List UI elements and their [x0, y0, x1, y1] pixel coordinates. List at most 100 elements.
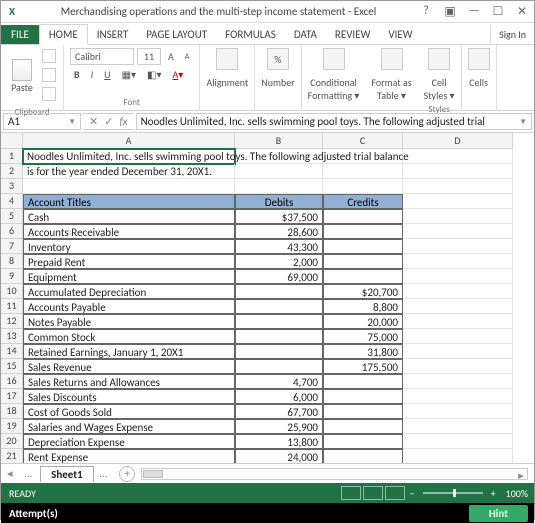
format-painter-icon[interactable]: [42, 87, 56, 101]
add-sheet-button[interactable]: +: [119, 466, 135, 482]
cell-A15[interactable]: Sales Revenue: [23, 359, 235, 374]
cell-styles-button[interactable]: CellStyles ▾ Styles: [418, 45, 462, 110]
cell-A1[interactable]: Noodles Unlimited, Inc. sells swimming p…: [23, 149, 235, 164]
cell-C18[interactable]: [323, 404, 403, 419]
select-all-button[interactable]: [1, 133, 23, 149]
row-header-8[interactable]: 8: [1, 254, 23, 269]
row-header-17[interactable]: 17: [1, 389, 23, 404]
fill-color-button[interactable]: ◧▾: [143, 67, 165, 82]
cut-icon[interactable]: [42, 49, 56, 63]
sheet-nav-next[interactable]: …: [94, 467, 114, 480]
tab-data[interactable]: DATA: [285, 25, 326, 44]
column-header-B[interactable]: B: [235, 133, 323, 149]
tab-home[interactable]: HOME: [39, 24, 88, 45]
cell-D10[interactable]: [403, 284, 513, 299]
cell-A8[interactable]: Prepaid Rent: [23, 254, 235, 269]
cell-D16[interactable]: [403, 374, 513, 389]
row-header-15[interactable]: 15: [1, 359, 23, 374]
cell-D17[interactable]: [403, 389, 513, 404]
cell-B18[interactable]: 67,700: [235, 404, 323, 419]
cell-B12[interactable]: [235, 314, 323, 329]
font-name-select[interactable]: Calibri: [70, 48, 134, 65]
cell-C8[interactable]: [323, 254, 403, 269]
cell-C11[interactable]: 8,800: [323, 299, 403, 314]
cell-D21[interactable]: [403, 449, 513, 463]
cell-r3-3[interactable]: [403, 179, 513, 194]
scrollbar-thumb[interactable]: [143, 470, 163, 478]
row-header-10[interactable]: 10: [1, 284, 23, 299]
cell-C16[interactable]: [323, 374, 403, 389]
cell-C14[interactable]: 31,800: [323, 344, 403, 359]
cell-D15[interactable]: [403, 359, 513, 374]
ribbon-display-button[interactable]: ▣: [438, 4, 462, 19]
cell-A18[interactable]: Cost of Goods Sold: [23, 404, 235, 419]
enter-formula-icon[interactable]: ✓: [104, 115, 113, 128]
row-header-18[interactable]: 18: [1, 404, 23, 419]
cell-C15[interactable]: 175,500: [323, 359, 403, 374]
row-header-20[interactable]: 20: [1, 434, 23, 449]
cell-A21[interactable]: Rent Expense: [23, 449, 235, 463]
tab-formulas[interactable]: FORMULAS: [216, 25, 285, 44]
cell-D9[interactable]: [403, 269, 513, 284]
grow-font-button[interactable]: A: [164, 49, 178, 64]
cell-A20[interactable]: Depreciation Expense: [23, 434, 235, 449]
name-box[interactable]: A1▼: [3, 113, 81, 130]
row-header-21[interactable]: 21: [1, 449, 23, 463]
cell-C17[interactable]: [323, 389, 403, 404]
worksheet-grid[interactable]: ABCD1Noodles Unlimited, Inc. sells swimm…: [1, 133, 534, 463]
cell-C12[interactable]: 20,000: [323, 314, 403, 329]
row-header-13[interactable]: 13: [1, 329, 23, 344]
cell-B15[interactable]: [235, 359, 323, 374]
cell-A13[interactable]: Common Stock: [23, 329, 235, 344]
cell-B7[interactable]: 43,300: [235, 239, 323, 254]
cell-C13[interactable]: 75,000: [323, 329, 403, 344]
scroll-right-icon[interactable]: ▸: [515, 469, 527, 479]
cell-B9[interactable]: 69,000: [235, 269, 323, 284]
cell-D2[interactable]: [403, 164, 513, 179]
cell-D19[interactable]: [403, 419, 513, 434]
tab-insert[interactable]: INSERT: [88, 25, 138, 44]
row-header-3[interactable]: 3: [1, 179, 23, 194]
normal-view-button[interactable]: [341, 486, 361, 500]
cell-C20[interactable]: [323, 434, 403, 449]
cell-C19[interactable]: [323, 419, 403, 434]
sheet-nav-prev[interactable]: …: [19, 467, 39, 480]
font-color-button[interactable]: A▾: [169, 67, 188, 82]
cell-B21[interactable]: 24,000: [235, 449, 323, 463]
row-header-12[interactable]: 12: [1, 314, 23, 329]
maximize-button[interactable]: ☐: [486, 4, 510, 19]
help-button[interactable]: ?: [414, 4, 438, 19]
cancel-formula-icon[interactable]: ✕: [89, 115, 98, 128]
cell-B20[interactable]: 13,800: [235, 434, 323, 449]
tab-view[interactable]: VIEW: [379, 25, 421, 44]
cell-B14[interactable]: [235, 344, 323, 359]
cell-B2[interactable]: [235, 164, 323, 179]
sheet-nav-first[interactable]: ◂: [1, 467, 19, 480]
zoom-in-button[interactable]: +: [487, 487, 500, 500]
row-header-7[interactable]: 7: [1, 239, 23, 254]
row-header-11[interactable]: 11: [1, 299, 23, 314]
cell-D1[interactable]: [403, 149, 513, 164]
cell-A5[interactable]: Cash: [23, 209, 235, 224]
row-header-14[interactable]: 14: [1, 344, 23, 359]
italic-button[interactable]: I: [87, 67, 98, 82]
cell-A14[interactable]: Retained Earnings, January 1, 20X1: [23, 344, 235, 359]
tab-file[interactable]: FILE: [1, 25, 39, 44]
cell-C7[interactable]: [323, 239, 403, 254]
border-button[interactable]: ▦▾: [118, 67, 140, 82]
cell-A19[interactable]: Salaries and Wages Expense: [23, 419, 235, 434]
conditional-formatting-button[interactable]: ConditionalFormatting ▾: [302, 45, 366, 110]
column-header-D[interactable]: D: [403, 133, 513, 149]
cell-C5[interactable]: [323, 209, 403, 224]
cell-r3-2[interactable]: [323, 179, 403, 194]
cell-D12[interactable]: [403, 314, 513, 329]
copy-icon[interactable]: [42, 68, 56, 82]
cell-D7[interactable]: [403, 239, 513, 254]
cell-B5[interactable]: $37,500: [235, 209, 323, 224]
cell-A16[interactable]: Sales Returns and Allowances: [23, 374, 235, 389]
zoom-slider[interactable]: [423, 492, 483, 494]
row-header-19[interactable]: 19: [1, 419, 23, 434]
cell-D20[interactable]: [403, 434, 513, 449]
cell-A9[interactable]: Equipment: [23, 269, 235, 284]
cell-A2[interactable]: is for the year ended December 31, 20X1.: [23, 164, 235, 179]
